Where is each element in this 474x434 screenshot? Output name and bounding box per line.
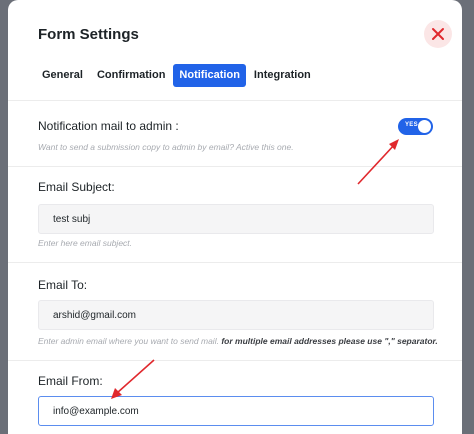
arrow-to-email-from-icon bbox=[111, 359, 155, 399]
arrow-to-toggle-icon bbox=[357, 139, 399, 185]
annotation-arrows bbox=[111, 139, 399, 399]
